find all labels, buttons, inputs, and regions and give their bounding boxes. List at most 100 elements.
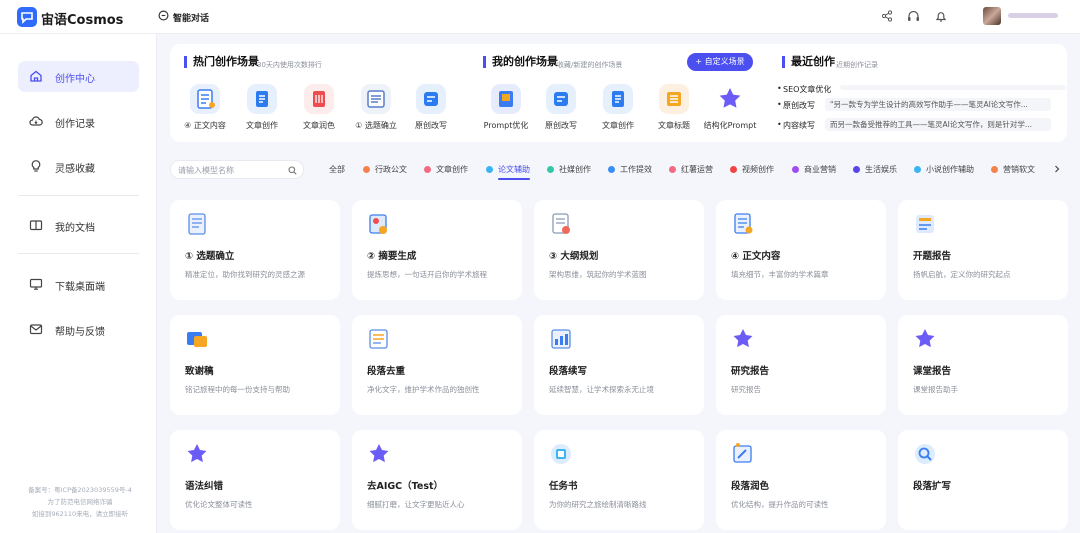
recent-item-label[interactable]: 内容续写 [777, 120, 815, 131]
card-description: 细腻打磨，让文字更贴近人心 [367, 500, 465, 509]
scene-label[interactable]: Prompt优化 [476, 120, 536, 131]
username-blurred[interactable] [1008, 13, 1058, 18]
category-dot [486, 166, 493, 173]
card-abstract-generation[interactable]: ② 摘要生成 提炼思想，一句话开启你的学术旅程 [352, 200, 522, 300]
card-acknowledgement[interactable]: 致谢稿 铭记旅程中的每一份支持与帮助 [170, 315, 340, 415]
headset-icon[interactable] [907, 10, 920, 22]
chevron-right-icon[interactable] [1054, 165, 1060, 173]
recent-item-preview[interactable]: "另一款专为学生设计的高效写作助手——笔灵AI论文写作... [825, 98, 1051, 111]
brand-name[interactable]: 宙语Cosmos [41, 9, 123, 28]
star-icon [187, 444, 207, 463]
scene-label[interactable]: 文章创作 [232, 120, 292, 131]
search-icon[interactable] [288, 166, 297, 175]
sidebar-item-creation-center[interactable]: 创作中心 [18, 61, 139, 92]
card-title: 致谢稿 [185, 366, 214, 377]
smart-chat-link[interactable]: 智能对话 [173, 11, 209, 24]
card-paragraph-continue[interactable]: 段落续写 延续智慧，让学术探索永无止境 [534, 315, 704, 415]
abstract-icon [369, 214, 387, 234]
card-title: ③ 大纲规划 [549, 251, 599, 262]
star-icon [915, 329, 935, 348]
scene-prompt-icon[interactable] [491, 84, 521, 114]
sidebar-item-label: 创作中心 [55, 74, 95, 85]
recent-item-label[interactable]: SEO文章优化 [777, 84, 831, 95]
tab-thesis-assist[interactable]: 论文辅助 [486, 164, 530, 180]
sidebar-item-creation-records[interactable]: 创作记录 [18, 106, 139, 137]
tab-label: 全部 [329, 165, 345, 174]
card-description: 架构思维，筑起你的学术蓝图 [549, 270, 647, 279]
card-paragraph-polish[interactable]: 段落润色 优化结构，提升作品的可读性 [716, 430, 886, 530]
recent-item-preview[interactable] [840, 85, 1066, 90]
tab-business-marketing[interactable]: 商业营销 [792, 164, 836, 175]
cloud-icon [29, 116, 43, 126]
tab-article-creation[interactable]: 文章创作 [424, 164, 468, 175]
sidebar-item-download-desktop[interactable]: 下载桌面端 [18, 269, 139, 300]
scene-label[interactable]: ④ 正文内容 [175, 120, 235, 131]
scene-article-icon[interactable] [603, 84, 633, 114]
card-research-report[interactable]: 研究报告 研究报告 [716, 315, 886, 415]
my-scenes-subtitle: 收藏/新建的创作场景 [557, 61, 623, 69]
scene-title-icon[interactable] [659, 84, 689, 114]
scene-label[interactable]: 原创改写 [401, 120, 461, 131]
tab-admin-docs[interactable]: 行政公文 [363, 164, 407, 175]
tab-productivity[interactable]: 工作提效 [608, 164, 652, 175]
tab-social-media[interactable]: 社媒创作 [547, 164, 591, 175]
tab-marketing-copy[interactable]: 营销软文 [991, 164, 1035, 175]
scene-topic-icon[interactable] [361, 84, 391, 114]
logo-icon[interactable] [17, 7, 37, 27]
scene-label[interactable]: 结构化Prompt [700, 120, 760, 131]
card-grammar-correction[interactable]: 语法纠错 优化论文整体可读性 [170, 430, 340, 530]
icp-line: 为了防范电信网络诈骗 [47, 498, 113, 506]
card-class-report[interactable]: 课堂报告 课堂报告助手 [898, 315, 1068, 415]
card-proposal-report[interactable]: 开题报告 扬帆启航，定义你的研究起点 [898, 200, 1068, 300]
sidebar-item-label: 创作记录 [55, 119, 95, 130]
scene-polish-icon[interactable] [304, 84, 334, 114]
card-paragraph-dedupe[interactable]: 段落去重 净化文字，维护学术作品的独创性 [352, 315, 522, 415]
card-description: 净化文字，维护学术作品的独创性 [367, 385, 480, 394]
mail-icon [29, 324, 43, 335]
avatar[interactable] [983, 7, 1001, 25]
sidebar-item-my-documents[interactable]: 我的文档 [18, 210, 139, 241]
hot-scenes-title: 热门创作场景 [184, 56, 259, 68]
scene-label[interactable]: 文章创作 [588, 120, 648, 131]
card-description: 优化结构，提升作品的可读性 [731, 500, 829, 509]
scene-rewrite-icon[interactable] [546, 84, 576, 114]
scene-label[interactable]: 文章润色 [289, 120, 349, 131]
sidebar-item-label: 下载桌面端 [55, 282, 105, 293]
card-outline-planning[interactable]: ③ 大纲规划 架构思维，筑起你的学术蓝图 [534, 200, 704, 300]
sidebar-item-help-feedback[interactable]: 帮助与反馈 [18, 314, 139, 345]
bell-icon[interactable] [935, 10, 947, 23]
scene-rewrite-icon[interactable] [416, 84, 446, 114]
tab-label: 营销软文 [1003, 165, 1035, 174]
sidebar-divider [18, 253, 139, 254]
card-title: 段落去重 [367, 366, 406, 377]
card-main-content[interactable]: ④ 正文内容 填充细节，丰富你的学术篇章 [716, 200, 886, 300]
card-description: 课堂报告助手 [913, 385, 958, 394]
card-remove-aigc[interactable]: 去AIGC（Test） 细腻打磨，让文字更贴近人心 [352, 430, 522, 530]
scene-label[interactable]: 文章标题 [644, 120, 704, 131]
card-description: 为你的研究之旅绘制清晰路线 [549, 500, 647, 509]
tab-lifestyle[interactable]: 生活娱乐 [853, 164, 897, 175]
card-description: 铭记旅程中的每一份支持与帮助 [185, 385, 290, 394]
card-title: 研究报告 [731, 366, 770, 377]
scene-content-icon[interactable] [190, 84, 220, 114]
recent-item-label[interactable]: 原创改写 [777, 100, 815, 111]
star-icon[interactable] [715, 84, 745, 114]
share-icon[interactable] [881, 10, 893, 22]
tab-novel-assist[interactable]: 小说创作辅助 [914, 164, 974, 175]
scene-label[interactable]: 原创改写 [531, 120, 591, 131]
scene-label[interactable]: ① 选题确立 [346, 120, 406, 131]
tab-video-creation[interactable]: 视频创作 [730, 164, 774, 175]
tab-xiaohongshu-ops[interactable]: 红薯运营 [669, 164, 713, 175]
sidebar-item-inspiration[interactable]: 灵感收藏 [18, 151, 139, 182]
scene-article-icon[interactable] [247, 84, 277, 114]
card-description: 优化论文整体可读性 [185, 500, 253, 509]
add-custom-scene-button[interactable]: + 自定义场景 [687, 53, 753, 71]
tab-all[interactable]: 全部 [329, 164, 345, 175]
outline-icon [552, 213, 570, 234]
card-title: 段落续写 [549, 366, 588, 377]
card-task-book[interactable]: 任务书 为你的研究之旅绘制清晰路线 [534, 430, 704, 530]
chat-icon[interactable] [158, 10, 169, 21]
card-topic-selection[interactable]: ① 选题确立 精准定位，助你找到研究的灵感之源 [170, 200, 340, 300]
recent-item-preview[interactable]: 而另一款备受推荐的工具——笔灵AI论文写作，则是针对学... [825, 118, 1051, 131]
model-search-input[interactable]: 请输入模型名称 [170, 160, 304, 179]
